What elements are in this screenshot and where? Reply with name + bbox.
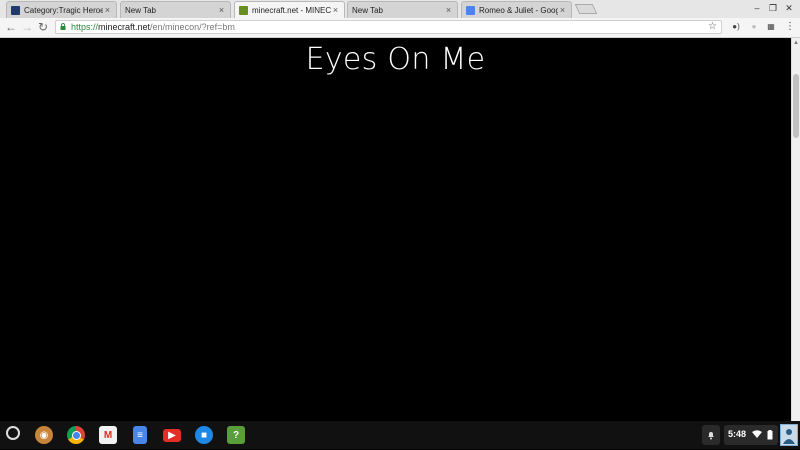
- reload-icon[interactable]: ↻: [36, 20, 50, 34]
- launcher-icon[interactable]: [6, 426, 20, 440]
- battery-icon: [767, 430, 773, 440]
- new-tab-button[interactable]: [574, 4, 598, 14]
- close-tab-icon[interactable]: ×: [444, 5, 453, 15]
- files-icon[interactable]: ■: [195, 426, 213, 444]
- tab-strip: Category:Tragic Heroes × New Tab × minec…: [0, 0, 800, 19]
- tab-minecraft[interactable]: minecraft.net - MINECON ×: [234, 1, 345, 19]
- close-window-icon[interactable]: ✕: [782, 2, 796, 14]
- url-host: minecraft.net: [98, 22, 151, 32]
- tab-title: minecraft.net - MINECON: [252, 6, 331, 15]
- extension-icon-2[interactable]: ●: [748, 21, 760, 33]
- close-tab-icon[interactable]: ×: [103, 5, 112, 15]
- user-avatar[interactable]: [780, 424, 798, 446]
- lock-icon: [60, 23, 66, 30]
- clock: 5:48: [728, 429, 747, 439]
- tab-new-tab-1[interactable]: New Tab ×: [120, 1, 231, 18]
- close-tab-icon[interactable]: ×: [331, 6, 340, 15]
- back-arrow-icon[interactable]: ←: [4, 20, 18, 34]
- google-docs-icon[interactable]: ≡: [133, 426, 147, 444]
- minecraft-favicon-icon: [239, 6, 248, 15]
- tab-title: New Tab: [125, 5, 156, 15]
- tab-romeo-juliet[interactable]: Romeo & Juliet - Google ×: [461, 1, 572, 18]
- close-tab-icon[interactable]: ×: [558, 5, 567, 15]
- wiki-favicon-icon: [11, 5, 20, 15]
- browser-toolbar: ← → ↻ https://minecraft.net/en/minecon/?…: [0, 18, 800, 38]
- address-bar[interactable]: https://minecraft.net/en/minecon/?ref=bm…: [55, 20, 722, 34]
- forward-arrow-icon[interactable]: →: [20, 20, 34, 34]
- tab-new-tab-2[interactable]: New Tab ×: [347, 1, 458, 18]
- shelf: ◉ M ≡ ▶ ■ ? 5:48: [0, 421, 800, 449]
- extension-icon-1[interactable]: ●): [730, 21, 742, 33]
- minimize-icon[interactable]: –: [750, 2, 764, 14]
- close-tab-icon[interactable]: ×: [217, 5, 226, 15]
- tab-title: Category:Tragic Heroes: [24, 5, 103, 15]
- tab-title: Romeo & Juliet - Google: [479, 5, 558, 15]
- chrome-icon[interactable]: [67, 426, 85, 444]
- tab-title: New Tab: [352, 5, 383, 15]
- scroll-thumb[interactable]: [793, 74, 799, 138]
- url-scheme: https://: [71, 22, 99, 32]
- extension-icon-3[interactable]: ▦: [765, 21, 777, 33]
- youtube-icon[interactable]: ▶: [163, 429, 181, 442]
- notifications-bell-icon[interactable]: [702, 425, 720, 445]
- page-heading: Eyes On Me: [305, 42, 486, 77]
- wifi-icon: [752, 430, 762, 438]
- url-path: /en/minecon/?ref=bm: [150, 22, 235, 32]
- docs-favicon-icon: [466, 5, 475, 15]
- scroll-up-icon[interactable]: ▲: [793, 39, 799, 47]
- bookmark-star-icon[interactable]: ☆: [708, 21, 717, 33]
- menu-icon[interactable]: ⋮: [784, 21, 796, 33]
- tab-category-tragic-heroes[interactable]: Category:Tragic Heroes ×: [6, 1, 117, 18]
- page-content: Eyes On Me: [0, 38, 791, 421]
- unknown-app-icon[interactable]: ?: [227, 426, 245, 444]
- maximize-icon[interactable]: ❐: [766, 2, 780, 14]
- url-text: https://minecraft.net/en/minecon/?ref=bm: [71, 22, 235, 33]
- page-scrollbar[interactable]: ▲: [791, 38, 800, 421]
- gmail-icon[interactable]: M: [99, 426, 117, 444]
- status-tray[interactable]: 5:48: [724, 425, 778, 445]
- chrome-launcher-app-icon[interactable]: ◉: [35, 426, 53, 444]
